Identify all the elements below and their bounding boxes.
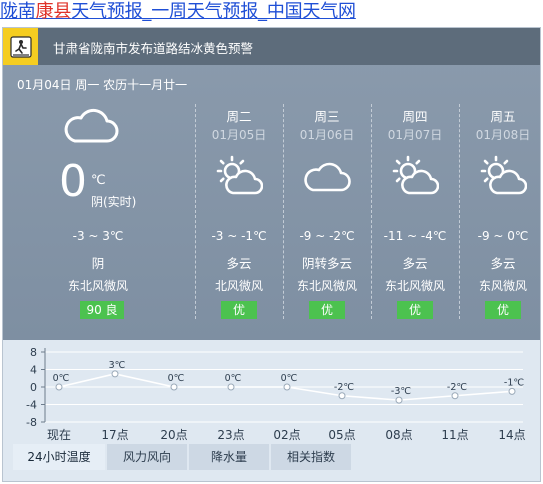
data-label: -3℃ [391,386,411,397]
data-point [338,392,346,400]
tab-precipitation[interactable]: 降水量 [189,444,269,470]
weather-widget: 甘肃省陇南市发布道路结冰黄色预警 01月04日 周一 农历十一月廿一 0 ℃ 阴… [2,27,541,482]
day-weather: 多云 [226,256,252,271]
chart-tabs: 24小时温度 风力风向 降水量 相关指数 [3,444,540,472]
data-label: -2℃ [334,382,354,393]
page-title-link[interactable]: 陇南康县天气预报_一周天气预报_中国天气网 [0,0,356,26]
data-label: 0℃ [281,373,298,384]
day-aqi-badge[interactable]: 优 [397,301,433,319]
day-temp-range: -3 ~ -1℃ [211,229,267,243]
partly-cloudy-icon [480,155,527,195]
tab-indices[interactable]: 相关指数 [271,444,351,470]
day-temp-range: -11 ~ -4℃ [383,229,447,243]
title-suffix: 天气预报_一周天气预报_中国天气网 [71,1,356,22]
data-point [170,383,178,391]
data-label: -1℃ [504,377,524,388]
today-date: 01月04日 周一 农历十一月廿一 [17,78,188,92]
data-label: 3℃ [109,360,126,371]
today-weather: 阴 [91,256,105,271]
data-point [395,396,403,404]
day-aqi-badge[interactable]: 优 [309,301,345,319]
title-city: 陇南 [0,1,36,22]
data-label: -2℃ [447,382,467,393]
y-tick-label: -8 [26,416,37,429]
data-point [111,370,119,378]
partly-cloudy-icon [392,155,439,195]
y-tick-label: -4 [26,399,37,412]
x-tick-label: 11点 [441,428,468,442]
day-aqi-badge[interactable]: 优 [485,301,521,319]
day-wind: 东北风微风 [296,279,357,293]
current-condition: 阴(实时) [91,195,137,209]
tab-wind[interactable]: 风力风向 [107,444,187,470]
x-tick-label: 02点 [273,428,300,442]
x-tick-label: 现在 [47,428,71,442]
temp-unit: ℃ [91,173,106,188]
day-weather: 多云 [402,256,428,271]
day-weather: 多云 [490,256,516,271]
warning-bar[interactable]: 甘肃省陇南市发布道路结冰黄色预警 [3,28,540,65]
hourly-temperature-chart: 8 4 0 -4 -8 0℃ 现在 3℃ 17点 0℃ 20点 0℃ 23点 0℃ 02点 -2℃ 05点 -3℃… [26,346,526,442]
x-tick-label: 23点 [217,428,244,442]
tab-24h-temperature[interactable]: 24小时温度 [13,444,105,470]
data-point [508,387,516,395]
today-temp-range: -3 ~ 3℃ [72,229,124,243]
title-county: 康县 [35,1,72,22]
today-wind: 东北风微风 [67,279,128,293]
warning-badge [3,28,38,65]
day-wind: 东风微风 [478,279,527,293]
x-tick-label: 20点 [160,428,187,442]
day-wind: 东北风微风 [384,279,445,293]
cloudy-icon [304,162,351,192]
day-temp-range: -9 ~ -2℃ [299,229,355,243]
forecast-day: 周四 01月07日 -11 ~ -4℃ 多云 东北风微风 优 [371,104,459,324]
y-tick-label: 0 [30,381,37,394]
today-aqi-badge[interactable]: 90 良 [80,301,124,319]
current-temp: 0 [59,156,87,207]
x-tick-label: 14点 [498,428,525,442]
day-weather: 阴转多云 [301,256,352,271]
x-tick-label: 17点 [101,428,128,442]
data-label: 0℃ [225,373,242,384]
day-wind: 北风微风 [214,279,263,293]
x-tick-label: 08点 [385,428,412,442]
data-label: 0℃ [53,373,70,384]
day-aqi-badge[interactable]: 优 [221,301,257,319]
day-name: 周四 [402,109,428,124]
day-date: 01月07日 [387,128,443,142]
day-date: 01月08日 [475,128,531,142]
day-name: 周三 [314,109,340,124]
day-date: 01月06日 [299,128,355,142]
x-tick-label: 05点 [328,428,355,442]
day-name: 周二 [226,109,252,124]
y-tick-label: 8 [30,346,37,359]
forecast-day: 周五 01月08日 -9 ~ 0℃ 多云 东风微风 优 [459,104,540,324]
day-name: 周五 [490,109,516,124]
data-point [451,392,459,400]
data-label: 0℃ [168,373,185,384]
warning-text[interactable]: 甘肃省陇南市发布道路结冰黄色预警 [53,38,253,57]
day-date: 01月05日 [211,128,267,142]
road-icing-warning-icon [10,36,32,58]
hourly-chart-panel: 8 4 0 -4 -8 0℃ 现在 3℃ 17点 0℃ 20点 0℃ 23点 0℃ 02点 -2℃ 05点 -3℃… [3,340,540,481]
forecast-panel: 甘肃省陇南市发布道路结冰黄色预警 01月04日 周一 农历十一月廿一 0 ℃ 阴… [3,28,540,340]
data-point [227,383,235,391]
data-point [55,383,63,391]
partly-cloudy-icon [216,155,263,195]
data-point [283,383,291,391]
day-temp-range: -9 ~ 0℃ [477,229,529,243]
forecast-day: 周三 01月06日 -9 ~ -2℃ 阴转多云 东北风微风 优 [283,104,371,324]
forecast-day: 周二 01月05日 -3 ~ -1℃ 多云 北风微风 优 [195,104,283,324]
y-tick-label: 4 [30,364,37,377]
cloudy-icon [64,108,119,143]
